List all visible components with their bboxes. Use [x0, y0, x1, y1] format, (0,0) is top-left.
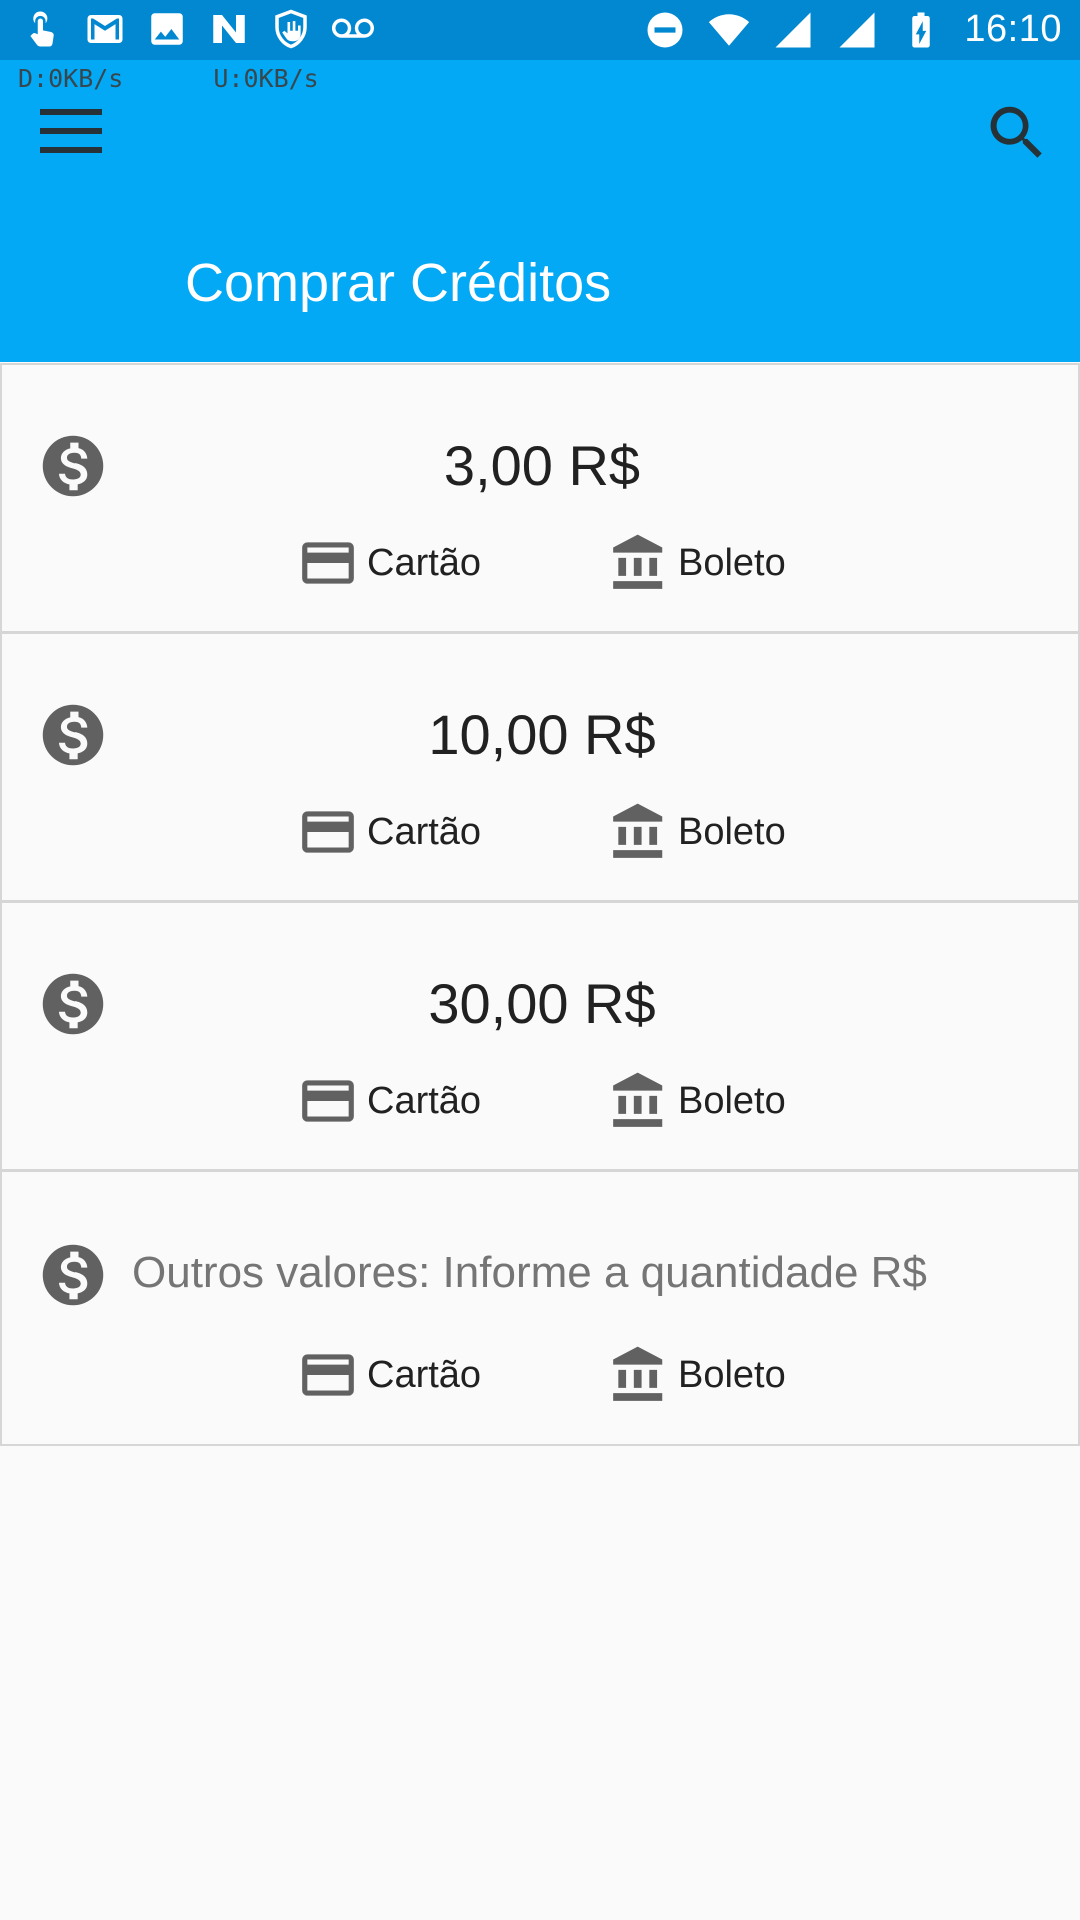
touch-icon [30, 11, 54, 47]
credit-card-icon [302, 1080, 354, 1122]
page-title: Comprar Créditos [185, 253, 612, 313]
pay-boleto-label: Boleto [678, 1353, 786, 1396]
other-amount-card: Cartão Boleto [0, 1170, 1080, 1446]
credit-amount: 10,00 R$ [428, 703, 656, 766]
clock: 16:10 [964, 8, 1062, 50]
dollar-icon [42, 1244, 104, 1306]
pay-card-label: Cartão [367, 1353, 482, 1396]
gmail-icon [87, 15, 123, 43]
bank-icon [613, 534, 663, 589]
pay-card-label: Cartão [367, 1079, 482, 1122]
credit-option-card[interactable]: 3,00 R$ Cartão Boleto [0, 363, 1080, 633]
pay-card-label: Cartão [367, 810, 482, 853]
signal-icon [775, 12, 811, 47]
credit-card-icon [302, 811, 354, 853]
status-bar: 16:10 [0, 0, 1080, 60]
wifi-icon [709, 13, 750, 46]
credit-options-list: 3,00 R$ Cartão Boleto 10,00 R$ Cartão Bo… [0, 363, 1080, 1446]
credit-amount: 30,00 R$ [428, 972, 656, 1035]
pay-boleto-button[interactable]: Boleto [608, 802, 786, 862]
n-icon [213, 15, 245, 43]
battery-charging-icon [912, 12, 931, 47]
bank-icon [613, 1072, 663, 1127]
voicemail-icon [332, 18, 374, 38]
credit-amount: 3,00 R$ [443, 434, 641, 497]
credit-card-icon [302, 542, 354, 584]
pay-boleto-button[interactable]: Boleto [608, 533, 786, 593]
do-not-disturb-icon [647, 12, 683, 47]
pay-boleto-label: Boleto [678, 810, 786, 853]
credit-option-card[interactable]: 30,00 R$ Cartão Boleto [0, 901, 1080, 1171]
download-speed: D:0KB/s [18, 64, 124, 93]
signal-icon [839, 12, 875, 47]
pay-boleto-label: Boleto [678, 541, 786, 584]
net-speed: D:0KB/s U:0KB/s [18, 64, 319, 93]
pay-boleto-button[interactable]: Boleto [608, 1345, 786, 1405]
search-icon[interactable] [982, 98, 1052, 168]
menu-icon[interactable] [38, 103, 104, 159]
pay-card-button[interactable]: Cartão [297, 1071, 481, 1131]
credit-option-card[interactable]: 10,00 R$ Cartão Boleto [0, 632, 1080, 902]
pay-card-button[interactable]: Cartão [297, 533, 481, 593]
pay-card-button[interactable]: Cartão [297, 802, 481, 862]
credit-card-icon [302, 1354, 354, 1396]
pay-boleto-label: Boleto [678, 1079, 786, 1122]
bank-icon [613, 1346, 663, 1401]
app-bar [0, 60, 1080, 362]
image-icon [151, 13, 183, 45]
pay-card-button[interactable]: Cartão [297, 1345, 481, 1405]
pay-boleto-button[interactable]: Boleto [608, 1071, 786, 1131]
bank-icon [613, 803, 663, 858]
hand-shield-icon [275, 9, 307, 49]
upload-speed: U:0KB/s [213, 64, 319, 93]
other-amount-input[interactable] [132, 1248, 1032, 1298]
pay-card-label: Cartão [367, 541, 482, 584]
